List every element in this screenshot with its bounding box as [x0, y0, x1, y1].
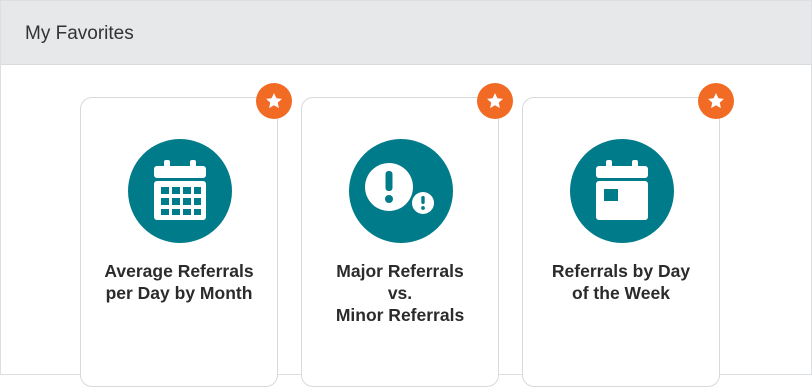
panel-header: My Favorites	[1, 1, 811, 65]
card-label: Major Referrals vs. Minor Referrals	[335, 261, 465, 325]
card-label: Referrals by Day of the Week	[551, 261, 691, 303]
calendar-day-icon	[570, 139, 674, 243]
calendar-grid-icon	[128, 139, 232, 243]
star-icon	[266, 93, 282, 109]
report-card-referrals-by-day[interactable]: Referrals by Day of the Week	[522, 83, 734, 387]
star-icon	[487, 93, 503, 109]
favorites-panel: My Favorites Average Referrals per Day b…	[0, 0, 812, 387]
report-card-major-vs-minor[interactable]: Major Referrals vs. Minor Referrals	[301, 83, 513, 387]
card-label: Average Referrals per Day by Month	[104, 261, 254, 303]
favorite-star-button[interactable]	[256, 83, 292, 119]
favorite-star-button[interactable]	[477, 83, 513, 119]
star-icon	[708, 93, 724, 109]
exclamation-icon	[349, 139, 453, 243]
report-card-average-referrals[interactable]: Average Referrals per Day by Month	[80, 83, 292, 387]
favorite-star-button[interactable]	[698, 83, 734, 119]
panel-title: My Favorites	[25, 23, 134, 44]
